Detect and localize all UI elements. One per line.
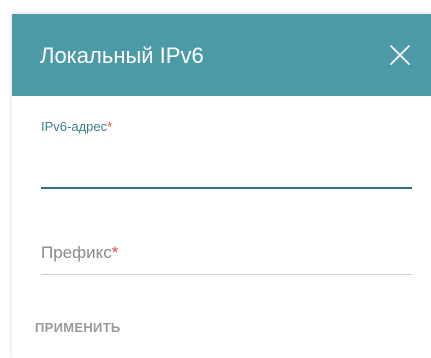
apply-button[interactable]: ПРИМЕНИТЬ	[35, 320, 121, 336]
ipv6-address-label-text: IPv6-адрес	[41, 119, 108, 134]
close-icon	[390, 45, 410, 65]
prefix-field: Префикс*	[41, 238, 412, 278]
ipv6-address-input[interactable]	[41, 161, 412, 185]
close-button[interactable]	[389, 44, 411, 66]
prefix-underline	[41, 274, 412, 275]
local-ipv6-dialog: Локальный IPv6 IPv6-адрес* Префикс* ПРИМ…	[12, 14, 431, 358]
ipv6-address-field: IPv6-адрес*	[41, 119, 412, 189]
ipv6-address-underline	[41, 187, 412, 189]
dialog-header: Локальный IPv6	[12, 14, 431, 96]
required-mark: *	[107, 119, 113, 134]
dialog-title: Локальный IPv6	[40, 43, 204, 68]
ipv6-address-label: IPv6-адрес*	[41, 119, 112, 135]
prefix-input[interactable]	[41, 242, 412, 268]
